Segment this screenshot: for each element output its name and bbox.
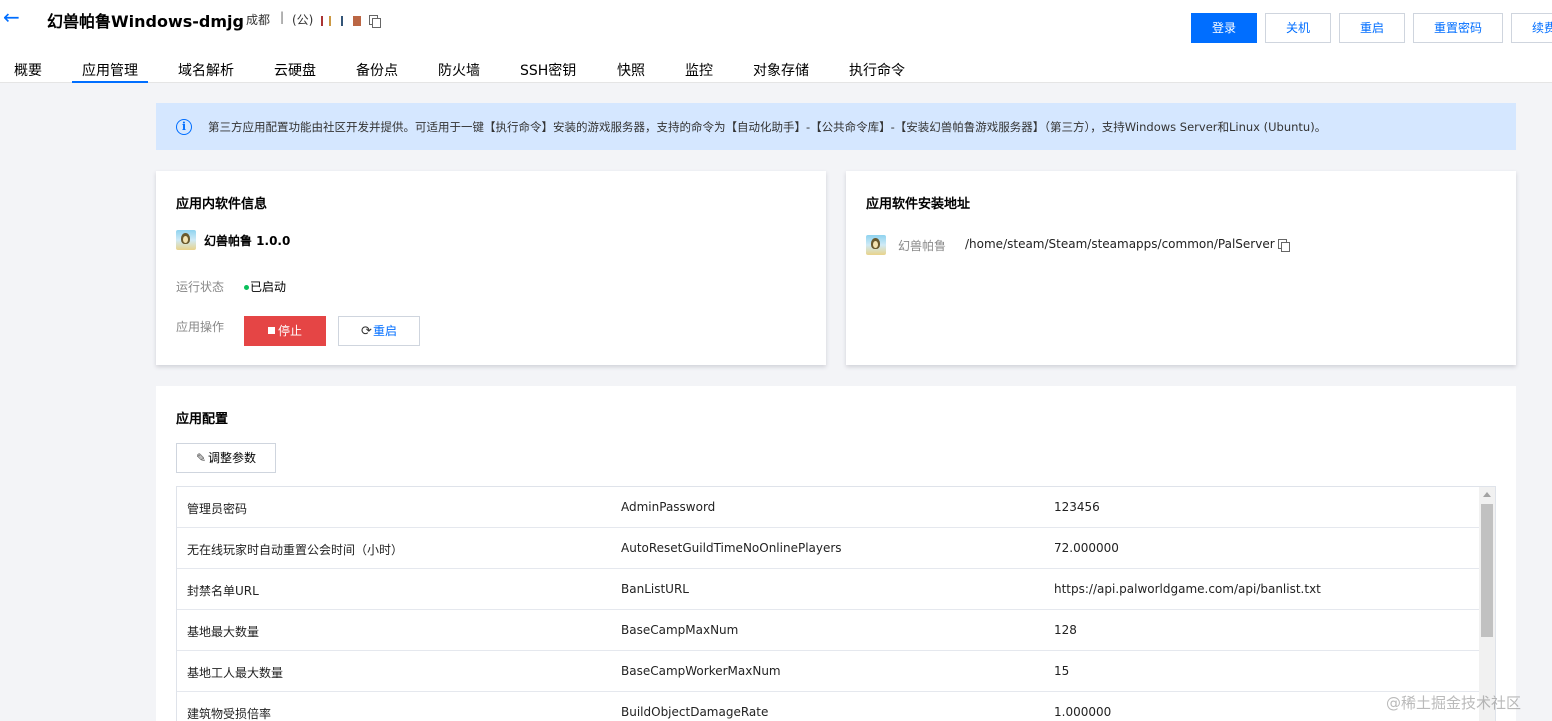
region-label: 成都 (246, 13, 271, 27)
adjust-params-label: 调整参数 (208, 451, 257, 465)
config-name: 封禁名单URL (187, 584, 259, 598)
app-config-title: 应用配置 (176, 412, 229, 427)
restart-app-button-label: 重启 (372, 324, 397, 338)
scroll-thumb[interactable] (1481, 504, 1493, 637)
tab-overview[interactable]: 概要 (14, 60, 42, 80)
header-separator: | (280, 10, 285, 24)
table-row: 管理员密码 AdminPassword 123456 (177, 487, 1479, 528)
login-button[interactable]: 登录 (1191, 13, 1257, 43)
info-notice: i 第三方应用配置功能由社区开发并提供。可适用于一键【执行命令】安装的游戏服务器… (156, 103, 1516, 150)
config-key: BaseCampWorkerMaxNum (621, 664, 781, 678)
config-table: 管理员密码 AdminPassword 123456 无在线玩家时自动重置公会时… (176, 486, 1496, 721)
config-value: 15 (1054, 664, 1070, 678)
install-path-text: /home/steam/Steam/steamapps/common/PalSe… (965, 237, 1275, 251)
tab-object-storage[interactable]: 对象存储 (753, 60, 809, 80)
arrow-left-icon[interactable]: ← (3, 6, 25, 28)
actions-label: 应用操作 (176, 320, 225, 334)
palworld-app-icon (176, 230, 196, 250)
config-key: BanListURL (621, 582, 689, 596)
scroll-up-icon[interactable] (1483, 492, 1491, 497)
config-key: AutoResetGuildTimeNoOnlinePlayers (621, 541, 842, 555)
tab-app-management[interactable]: 应用管理 (82, 60, 138, 80)
install-app-label: 幻兽帕鲁 (898, 239, 947, 253)
config-value: https://api.palworldgame.com/api/banlist… (1054, 582, 1321, 596)
notice-text: 第三方应用配置功能由社区开发并提供。可适用于一键【执行命令】安装的游戏服务器，支… (208, 120, 1327, 134)
shutdown-button[interactable]: 关机 (1265, 13, 1331, 43)
ip-prefix: (公) (292, 13, 314, 27)
table-row: 建筑物受损倍率 BuildObjectDamageRate 1.000000 (177, 692, 1479, 721)
config-key: BuildObjectDamageRate (621, 705, 769, 719)
adjust-params-button[interactable]: ✎ 调整参数 (176, 443, 276, 473)
table-scrollbar[interactable] (1479, 487, 1495, 721)
config-value: 123456 (1054, 500, 1100, 514)
table-row: 基地工人最大数量 BaseCampWorkerMaxNum 15 (177, 651, 1479, 692)
install-path-title: 应用软件安装地址 (866, 197, 971, 212)
palworld-app-icon (866, 235, 886, 255)
config-name: 管理员密码 (187, 502, 248, 516)
status-value: 已启动 (244, 278, 286, 295)
config-value: 1.000000 (1054, 705, 1112, 719)
status-text: 已启动 (250, 280, 287, 294)
config-name: 建筑物受损倍率 (187, 707, 272, 721)
ip-redacted (317, 15, 366, 26)
restart-instance-button[interactable]: 重启 (1339, 13, 1405, 43)
tab-bar: 概要 应用管理 域名解析 云硬盘 备份点 防火墙 SSH密钥 快照 监控 对象存… (0, 56, 1552, 83)
stop-button-label: 停止 (277, 324, 302, 338)
table-row: 封禁名单URL BanListURL https://api.palworldg… (177, 569, 1479, 610)
tab-run-command[interactable]: 执行命令 (849, 60, 905, 80)
active-tab-indicator (72, 81, 148, 83)
copy-icon[interactable] (1278, 238, 1291, 252)
app-config-card: 应用配置 ✎ 调整参数 管理员密码 AdminPassword 123456 无在… (156, 386, 1516, 721)
restart-app-button[interactable]: ⟳重启 (338, 316, 420, 346)
tab-dns[interactable]: 域名解析 (178, 60, 234, 80)
page-title: 幻兽帕鲁Windows-dmjg (47, 12, 244, 31)
config-name: 基地工人最大数量 (187, 666, 284, 680)
table-row: 无在线玩家时自动重置公会时间（小时） AutoResetGuildTimeNoO… (177, 528, 1479, 569)
top-bar: ← 幻兽帕鲁Windows-dmjg 成都 | (公) 登录 关机 重启 重置密… (0, 0, 1552, 83)
config-name: 基地最大数量 (187, 625, 260, 639)
table-row: 基地最大数量 BaseCampMaxNum 128 (177, 610, 1479, 651)
tab-cloud-disk[interactable]: 云硬盘 (274, 60, 316, 80)
config-value: 128 (1054, 623, 1077, 637)
config-key: BaseCampMaxNum (621, 623, 739, 637)
refresh-icon: ⟳ (361, 324, 372, 339)
config-value: 72.000000 (1054, 541, 1119, 555)
pencil-icon: ✎ (195, 451, 207, 465)
software-info-title: 应用内软件信息 (176, 197, 268, 212)
config-key: AdminPassword (621, 500, 716, 514)
software-name: 幻兽帕鲁 1.0.0 (204, 234, 291, 248)
install-path-value: /home/steam/Steam/steamapps/common/PalSe… (965, 237, 1291, 252)
renew-button[interactable]: 续费 (1511, 13, 1552, 43)
status-dot-icon (244, 285, 249, 290)
stop-button[interactable]: 停止 (244, 316, 326, 346)
software-info-card: 应用内软件信息 幻兽帕鲁 1.0.0 运行状态 已启动 应用操作 停止 ⟳重启 (156, 171, 826, 365)
tab-snapshot[interactable]: 快照 (617, 60, 645, 80)
watermark: @稀土掘金技术社区 (1386, 694, 1522, 712)
reset-password-button[interactable]: 重置密码 (1413, 13, 1503, 43)
config-name: 无在线玩家时自动重置公会时间（小时） (187, 543, 404, 557)
tab-ssh-keys[interactable]: SSH密钥 (520, 60, 576, 80)
status-label: 运行状态 (176, 280, 225, 294)
tab-firewall[interactable]: 防火墙 (438, 60, 480, 80)
stop-icon (267, 327, 275, 334)
info-icon: i (176, 119, 192, 135)
copy-icon[interactable] (369, 14, 382, 28)
tab-monitoring[interactable]: 监控 (685, 60, 713, 80)
public-ip: (公) (292, 11, 382, 28)
install-path-card: 应用软件安装地址 幻兽帕鲁 /home/steam/Steam/steamapp… (846, 171, 1516, 365)
tab-backup[interactable]: 备份点 (356, 60, 398, 80)
